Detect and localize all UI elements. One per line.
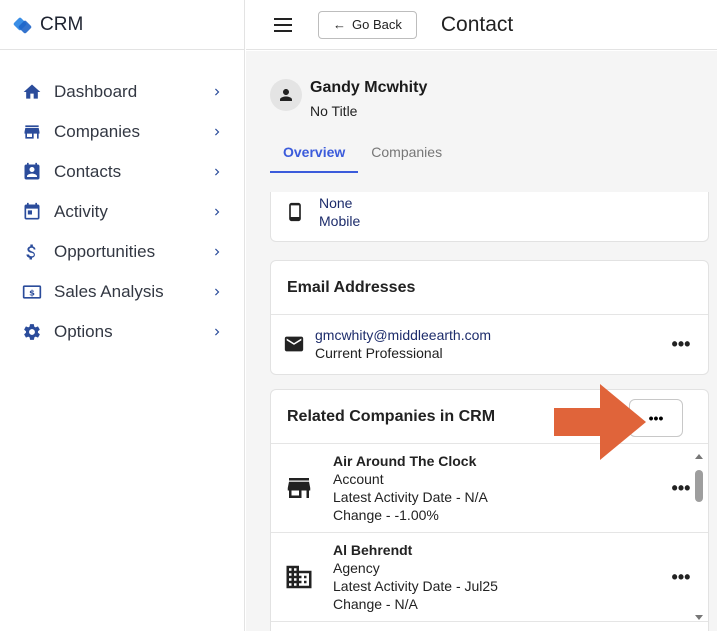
email-card: Email Addresses gmcwhity@middleearth.com… — [270, 260, 709, 375]
svg-text:$: $ — [29, 287, 35, 297]
tab-overview[interactable]: Overview — [270, 141, 359, 173]
company-list-scrollbar[interactable] — [693, 452, 705, 622]
home-icon — [22, 82, 42, 102]
go-back-button[interactable]: ← Go Back — [318, 10, 417, 39]
company-type: Account — [333, 471, 384, 487]
sidebar-item-activity[interactable]: Activity — [0, 192, 244, 232]
crm-logo-icon — [13, 17, 32, 33]
contact-title: No Title — [310, 103, 358, 119]
contact-header: Gandy Mcwhity No Title — [270, 79, 427, 119]
brand[interactable]: CRM — [0, 0, 244, 50]
company-type: Agency — [333, 560, 380, 576]
chevron-right-icon — [215, 88, 220, 96]
company-change: Change - N/A — [333, 596, 418, 612]
calendar-icon — [22, 202, 42, 222]
money-icon: $ — [22, 282, 42, 302]
mobile-phone-icon — [289, 202, 301, 222]
sidebar-item-label: Options — [54, 322, 113, 341]
sidebar-nav: Dashboard Companies Contacts Activity Op… — [0, 72, 244, 352]
main-content: Gandy Mcwhity No Title Overview Companie… — [246, 51, 717, 631]
topbar: ← Go Back Contact — [246, 0, 717, 50]
store-icon — [22, 122, 42, 142]
company-list: Air Around The Clock Account Latest Acti… — [271, 444, 708, 622]
brand-name: CRM — [40, 13, 84, 35]
sidebar-item-companies[interactable]: Companies — [0, 112, 244, 152]
email-icon — [284, 336, 304, 352]
sidebar-item-label: Contacts — [54, 162, 122, 181]
email-row: gmcwhity@middleearth.com Current Profess… — [271, 315, 708, 373]
related-heading-text: Related Companies in CRM — [287, 407, 496, 425]
phone-row: None Mobile — [271, 192, 708, 232]
page-title: Contact — [440, 12, 514, 36]
phone-type: Mobile — [319, 213, 361, 229]
sidebar-item-dashboard[interactable]: Dashboard — [0, 72, 244, 112]
arrow-right-icon — [554, 384, 646, 460]
arrow-left-icon: ← — [333, 17, 346, 32]
sidebar-item-label: Opportunities — [54, 242, 156, 261]
phone-number[interactable]: None — [319, 194, 708, 212]
gear-icon — [22, 322, 42, 342]
scroll-down-icon[interactable] — [695, 615, 703, 620]
sidebar-item-label: Sales Analysis — [54, 282, 164, 301]
company-name: Al Behrendt — [333, 542, 413, 558]
chevron-right-icon — [215, 328, 220, 336]
tab-companies[interactable]: Companies — [358, 141, 455, 173]
chevron-right-icon — [215, 288, 220, 296]
scroll-up-icon[interactable] — [695, 454, 703, 459]
scroll-thumb[interactable] — [695, 470, 703, 502]
company-more-button[interactable]: ••• — [668, 478, 694, 499]
sidebar-item-options[interactable]: Options — [0, 312, 244, 352]
email-more-button[interactable]: ••• — [668, 334, 694, 355]
sidebar: CRM Dashboard Companies Contacts Activit… — [0, 0, 245, 631]
sidebar-item-label: Dashboard — [54, 82, 138, 101]
sidebar-item-sales-analysis[interactable]: $ Sales Analysis — [0, 272, 244, 312]
chevron-right-icon — [215, 128, 220, 136]
email-heading: Email Addresses — [271, 261, 708, 315]
chevron-right-icon — [215, 168, 220, 176]
sidebar-item-opportunities[interactable]: Opportunities — [0, 232, 244, 272]
chevron-right-icon — [215, 208, 220, 216]
tab-bar: Overview Companies — [270, 141, 455, 173]
company-more-button[interactable]: ••• — [668, 567, 694, 588]
sidebar-item-label: Companies — [54, 122, 140, 141]
sidebar-item-contacts[interactable]: Contacts — [0, 152, 244, 192]
company-activity: Latest Activity Date - N/A — [333, 489, 488, 505]
hamburger-menu-icon[interactable] — [273, 17, 293, 33]
company-activity: Latest Activity Date - Jul25 — [333, 578, 498, 594]
dollar-icon — [22, 242, 42, 262]
company-change: Change - -1.00% — [333, 507, 439, 523]
building-icon — [283, 561, 315, 593]
person-icon — [280, 89, 292, 101]
sidebar-item-label: Activity — [54, 202, 108, 221]
email-type: Current Professional — [315, 345, 443, 361]
contact-name: Gandy Mcwhity — [310, 79, 428, 96]
store-icon — [283, 472, 315, 504]
avatar — [270, 79, 302, 111]
email-address[interactable]: gmcwhity@middleearth.com — [315, 326, 668, 344]
crm-app: CRM Dashboard Companies Contacts Activit… — [0, 0, 717, 631]
go-back-label: Go Back — [352, 17, 402, 32]
list-item[interactable]: Al Behrendt Agency Latest Activity Date … — [271, 533, 708, 622]
contact-card-icon — [22, 162, 42, 182]
chevron-right-icon — [215, 248, 220, 256]
phone-card: None Mobile — [270, 192, 709, 242]
